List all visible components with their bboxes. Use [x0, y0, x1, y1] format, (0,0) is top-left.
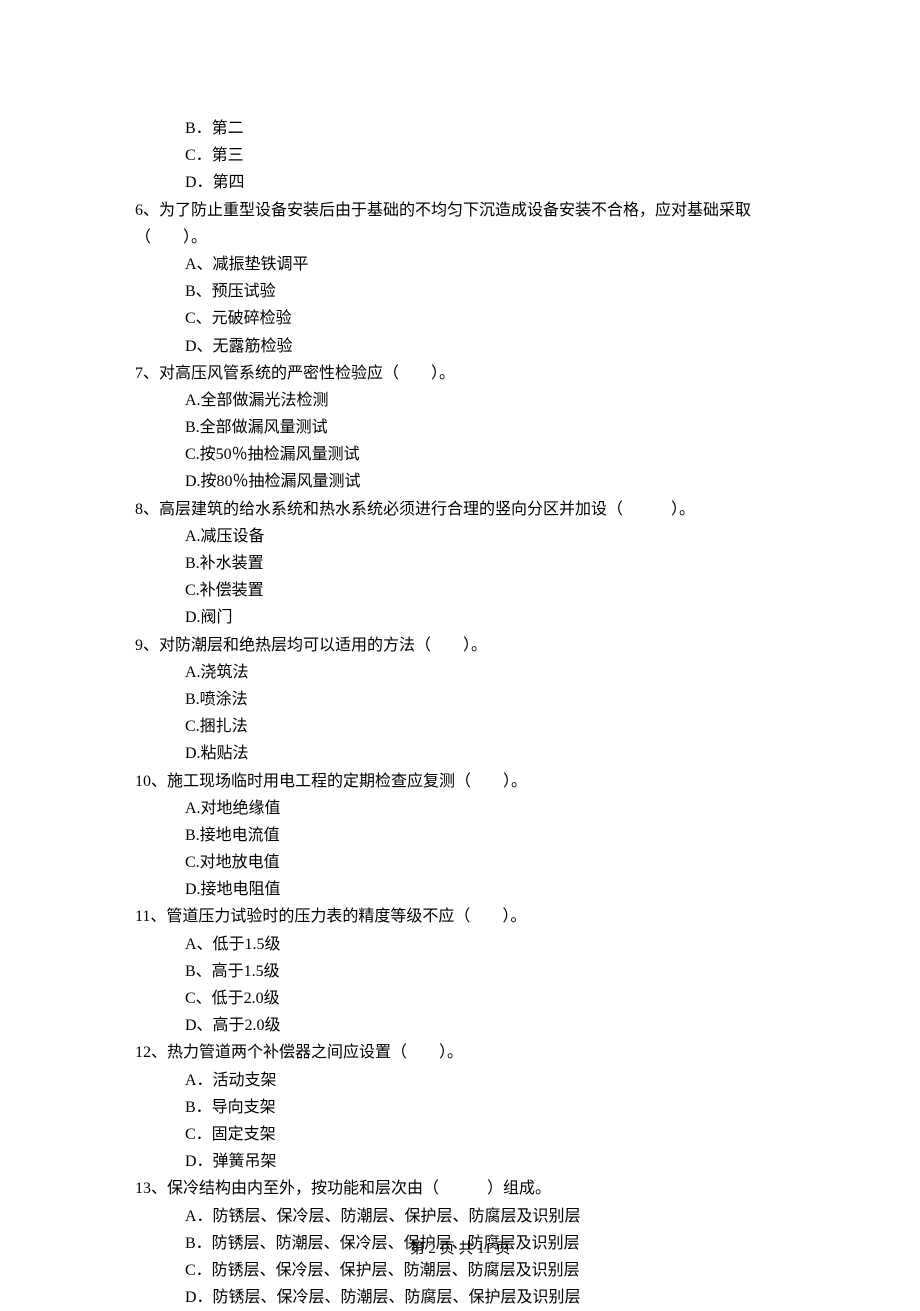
option-item: D.阀门 [135, 604, 790, 631]
option-item: A.浇筑法 [135, 659, 790, 686]
question-12-stem: 12、热力管道两个补偿器之间应设置（ ）。 [135, 1039, 790, 1066]
option-item: D．防锈层、保冷层、防潮层、防腐层、保护层及识别层 [135, 1284, 790, 1311]
question-9-stem: 9、对防潮层和绝热层均可以适用的方法（ ）。 [135, 632, 790, 659]
question-13-stem: 13、保冷结构由内至外，按功能和层次由（ ）组成。 [135, 1175, 790, 1202]
question-7-stem: 7、对高压风管系统的严密性检验应（ ）。 [135, 360, 790, 387]
option-item: B.全部做漏风量测试 [135, 414, 790, 441]
option-item: A.减压设备 [135, 523, 790, 550]
page-footer: 第 2 页 共 11 页 [0, 1237, 920, 1263]
option-item: D．弹簧吊架 [135, 1148, 790, 1175]
option-item: B.补水装置 [135, 550, 790, 577]
question-11-stem: 11、管道压力试验时的压力表的精度等级不应（ ）。 [135, 903, 790, 930]
option-item: A．活动支架 [135, 1067, 790, 1094]
option-item: C、低于2.0级 [135, 985, 790, 1012]
option-item: D.按80％抽检漏风量测试 [135, 468, 790, 495]
option-item: D、无露筋检验 [135, 333, 790, 360]
option-item: B.喷涂法 [135, 686, 790, 713]
option-item: A.全部做漏光法检测 [135, 387, 790, 414]
option-item: D、高于2.0级 [135, 1012, 790, 1039]
option-item: A．防锈层、保冷层、防潮层、保护层、防腐层及识别层 [135, 1203, 790, 1230]
option-item: C．第三 [135, 142, 790, 169]
option-item: B.接地电流值 [135, 822, 790, 849]
option-item: C.补偿装置 [135, 577, 790, 604]
option-item: D．第四 [135, 169, 790, 196]
question-6-stem: 6、为了防止重型设备安装后由于基础的不均匀下沉造成设备安装不合格，应对基础采取 [135, 197, 790, 224]
option-item: B．导向支架 [135, 1094, 790, 1121]
option-item: C.对地放电值 [135, 849, 790, 876]
option-item: A、减振垫铁调平 [135, 251, 790, 278]
page-content: B．第二 C．第三 D．第四 6、为了防止重型设备安装后由于基础的不均匀下沉造成… [0, 0, 920, 1311]
option-item: A、低于1.5级 [135, 931, 790, 958]
question-8-stem: 8、高层建筑的给水系统和热水系统必须进行合理的竖向分区并加设（ ）。 [135, 496, 790, 523]
question-6-stem-cont: （ ）。 [135, 224, 790, 251]
option-item: A.对地绝缘值 [135, 795, 790, 822]
option-item: B、高于1.5级 [135, 958, 790, 985]
question-10-stem: 10、施工现场临时用电工程的定期检查应复测（ ）。 [135, 768, 790, 795]
option-item: C．固定支架 [135, 1121, 790, 1148]
option-item: B．第二 [135, 115, 790, 142]
option-item: B、预压试验 [135, 278, 790, 305]
option-item: D.接地电阻值 [135, 876, 790, 903]
option-item: D.粘贴法 [135, 740, 790, 767]
option-item: C、元破碎检验 [135, 305, 790, 332]
option-item: C.按50％抽检漏风量测试 [135, 441, 790, 468]
option-item: C.捆扎法 [135, 713, 790, 740]
